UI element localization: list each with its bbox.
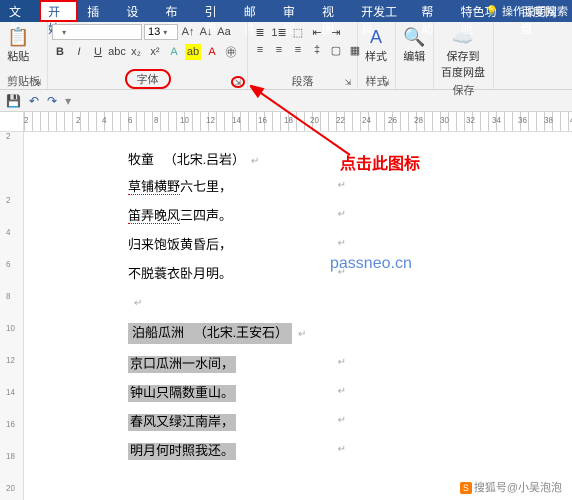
- poem2-line4: 明月何时照我还。↵: [128, 443, 328, 460]
- menu-bar: 文件 开始 插入 设计 布局 引用 邮件 审阅 视图 开发工具 帮助 特色功能 …: [0, 0, 572, 22]
- save-icon[interactable]: 💾: [6, 94, 21, 108]
- multilevel-icon[interactable]: ⬚: [290, 24, 306, 40]
- align-left-icon[interactable]: ≡: [252, 42, 268, 58]
- watermark-text: passneo.cn: [330, 255, 412, 273]
- tab-help[interactable]: 帮助: [412, 0, 451, 22]
- tab-file[interactable]: 文件: [0, 0, 39, 22]
- redo-icon[interactable]: ↷: [47, 94, 57, 108]
- poem2-line3: 春风又绿江南岸，↵: [128, 414, 328, 431]
- save-baidu-label: 百度网盘: [441, 64, 485, 80]
- font-group-label: 字体: [125, 69, 171, 89]
- ruler-corner: [0, 112, 24, 131]
- save-to-label: 保存到: [447, 48, 480, 64]
- align-right-icon[interactable]: ≡: [290, 42, 306, 58]
- editing-label: 编辑: [403, 48, 425, 64]
- group-paragraph: ≣ 1≣ ⬚ ⇤ ⇥ ≡ ≡ ≡ ‡ ▢ ▦ 段落 ⇲: [248, 22, 358, 89]
- tab-layout[interactable]: 布局: [157, 0, 196, 22]
- horizontal-ruler[interactable]: 2246810121416182022242628303234363840: [24, 112, 572, 131]
- superscript-icon[interactable]: x²: [147, 44, 163, 60]
- poem1-title: 牧童 （北宋.吕岩）↵: [128, 152, 328, 169]
- tab-devtools[interactable]: 开发工具: [352, 0, 412, 22]
- tab-mailings[interactable]: 邮件: [235, 0, 274, 22]
- paragraph-launcher-icon[interactable]: ⇲: [341, 76, 355, 88]
- styles-label: 样式: [365, 48, 387, 64]
- increase-indent-icon[interactable]: ⇥: [328, 24, 344, 40]
- bold-button[interactable]: B: [52, 44, 68, 60]
- font-family-combo[interactable]: ▾: [52, 24, 142, 40]
- shading-icon[interactable]: ▢: [328, 42, 344, 58]
- chevron-down-icon: ▾: [163, 28, 167, 37]
- footer-credit: S搜狐号@小吴泡泡: [456, 478, 566, 496]
- clipboard-launcher-icon[interactable]: ⇲: [31, 76, 45, 88]
- bulb-icon: [486, 5, 498, 17]
- poem1-line2: 笛弄晚风三四声。↵: [128, 208, 328, 225]
- document-content: 牧童 （北宋.吕岩）↵ 草铺横野六七里，↵ 笛弄晚风三四声。↵ 归来饱饭黄昏后，…: [128, 152, 328, 460]
- tab-references[interactable]: 引用: [196, 0, 235, 22]
- italic-button[interactable]: I: [71, 44, 87, 60]
- ribbon: 📋 粘贴 剪贴板 ⇲ ▾ 13▾ A↑ A↓ Aa B I U abc x₂ x…: [0, 22, 572, 90]
- font-color-icon[interactable]: A: [204, 44, 220, 60]
- annotation-text: 点击此图标: [340, 150, 420, 174]
- paste-label: 粘贴: [7, 48, 29, 64]
- poem1-line3: 归来饱饭黄昏后，↵: [128, 237, 328, 254]
- sohu-logo-icon: S: [460, 482, 472, 494]
- group-styles: A样式 样式 ⇲: [358, 22, 396, 89]
- poem2-line2: 钟山只隔数重山。↵: [128, 385, 328, 402]
- styles-launcher-icon[interactable]: ⇲: [379, 76, 393, 88]
- subscript-icon[interactable]: x₂: [128, 44, 144, 60]
- poem2-title: 泊船瓜洲 （北宋.王安石）↵: [128, 323, 328, 344]
- tell-me-search[interactable]: 操作说明搜索: [486, 3, 568, 19]
- save-group-label: 保存: [453, 84, 475, 98]
- line-spacing-icon[interactable]: ‡: [309, 42, 325, 58]
- grow-font-icon[interactable]: A↑: [180, 24, 196, 40]
- poem1-line1: 草铺横野六七里，↵: [128, 179, 328, 196]
- align-center-icon[interactable]: ≡: [271, 42, 287, 58]
- underline-button[interactable]: U: [90, 44, 106, 60]
- styles-button[interactable]: A样式: [362, 24, 390, 66]
- shrink-font-icon[interactable]: A↓: [198, 24, 214, 40]
- tab-view[interactable]: 视图: [313, 0, 352, 22]
- tab-home[interactable]: 开始: [39, 0, 78, 22]
- bullets-icon[interactable]: ≣: [252, 24, 268, 40]
- vertical-ruler[interactable]: 22468101214161820: [0, 132, 24, 500]
- tab-insert[interactable]: 插入: [78, 0, 117, 22]
- qat-dropdown-icon[interactable]: ▾: [65, 94, 71, 108]
- ruler-bar: 2246810121416182022242628303234363840: [0, 112, 572, 132]
- font-size-combo[interactable]: 13▾: [144, 24, 178, 40]
- undo-icon[interactable]: ↶: [29, 94, 39, 108]
- styles-icon: A: [370, 26, 382, 48]
- tab-review[interactable]: 审阅: [274, 0, 313, 22]
- paste-icon: 📋: [7, 26, 29, 48]
- paste-button[interactable]: 📋 粘贴: [4, 24, 32, 66]
- decrease-indent-icon[interactable]: ⇤: [309, 24, 325, 40]
- tell-me-label: 操作说明搜索: [502, 3, 568, 19]
- poem2-line1: 京口瓜洲一水间，↵: [128, 356, 328, 373]
- blank-line: ↵: [128, 294, 328, 311]
- enclose-char-icon[interactable]: ㊥: [223, 44, 239, 60]
- font-dialog-launcher-icon[interactable]: ⇲: [231, 76, 245, 88]
- text-effects-icon[interactable]: A: [166, 44, 182, 60]
- numbering-icon[interactable]: 1≣: [271, 24, 287, 40]
- chevron-down-icon: ▾: [62, 28, 66, 37]
- group-clipboard: 📋 粘贴 剪贴板 ⇲: [0, 22, 48, 89]
- change-case-icon[interactable]: Aa: [216, 24, 232, 40]
- poem1-line4: 不脱蓑衣卧月明。↵: [128, 266, 328, 283]
- highlight-icon[interactable]: ab: [185, 44, 201, 60]
- group-font: ▾ 13▾ A↑ A↓ Aa B I U abc x₂ x² A ab A ㊥ …: [48, 22, 248, 89]
- font-size-value: 13: [148, 26, 160, 38]
- paragraph-group-label: 段落: [292, 75, 314, 89]
- document-page[interactable]: 牧童 （北宋.吕岩）↵ 草铺横野六七里，↵ 笛弄晚风三四声。↵ 归来饱饭黄昏后，…: [24, 132, 572, 500]
- editor-area: 22468101214161820 牧童 （北宋.吕岩）↵ 草铺横野六七里，↵ …: [0, 132, 572, 500]
- tab-design[interactable]: 设计: [117, 0, 156, 22]
- strikethrough-icon[interactable]: abc: [109, 44, 125, 60]
